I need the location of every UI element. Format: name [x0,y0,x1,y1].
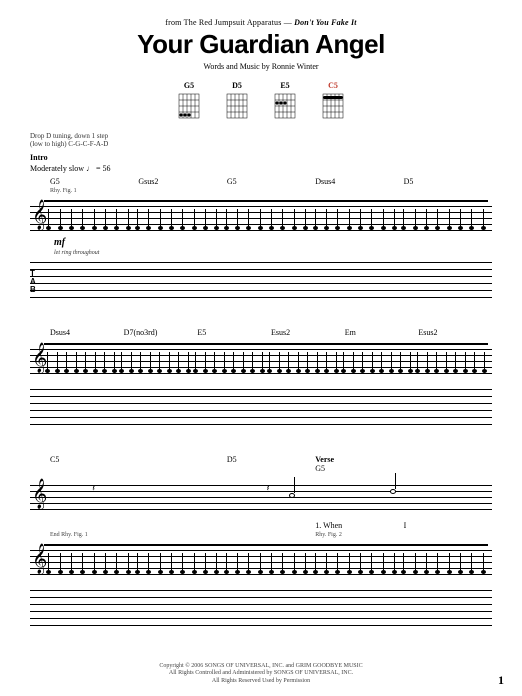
chord-diagram-e5: E5 [273,81,297,122]
let-ring-note: let ring throughout [54,250,99,256]
notation-staff: 𝄞 [30,544,492,580]
song-title: Your Guardian Angel [30,29,492,60]
system-1: Intro Moderately slow ♩ = 56 G5 Gsus2 G5… [30,153,492,304]
source-album: Don't You Fake It [294,18,357,27]
chord-diagram-d5: D5 [225,81,249,122]
chord-row-2: G5 [30,464,492,473]
chord-grid-icon [177,92,201,122]
lyric-row: 1. When I [30,521,492,530]
tab-staff: TAB [30,260,492,304]
vocal-staff: 𝄞 𝄽𝄽 [30,479,492,519]
system-2: Dsus4 D7(no3rd) E5 Esus2 Em Esus2 𝄞 [30,328,492,431]
header: from The Red Jumpsuit Apparatus — Don't … [30,18,492,71]
tempo-marking: Moderately slow ♩ = 56 [30,164,492,173]
chord-row: C5 D5 Verse [30,455,492,464]
notation-staff: 𝄞 [30,343,492,379]
chord-row: G5 Gsus2 G5 Dsus4 D5 [30,177,492,186]
chord-grid-icon [321,92,345,122]
tab-staff [30,387,492,431]
page-number: 1 [498,673,504,688]
chord-diagrams: G5 D5 [30,81,492,122]
rhy-fig-end: End Rhy. Fig. 1 Rhy. Fig. 2 [30,532,492,538]
section-label-intro: Intro [30,153,492,162]
chord-diagram-c5: C5 [321,81,345,122]
source-from: from The Red Jumpsuit Apparatus — [165,18,294,27]
chord-diagram-g5: G5 [177,81,201,122]
dynamic-mf: mf [54,237,65,248]
copyright-footer: Copyright © 2006 SONGS OF UNIVERSAL, INC… [0,663,522,686]
verse-label: Verse [315,455,403,464]
sheet-music-page: from The Red Jumpsuit Apparatus — Don't … [0,0,522,642]
chord-grid-icon [273,92,297,122]
notation-staff: 𝄞 mf let ring throughout [30,200,492,236]
tab-staff [30,588,492,632]
half-note-icon [289,493,295,498]
chord-grid-icon [225,92,249,122]
tuning-note: Drop D tuning, down 1 step (low to high)… [30,132,492,149]
chord-row: Dsus4 D7(no3rd) E5 Esus2 Em Esus2 [30,328,492,337]
source-line: from The Red Jumpsuit Apparatus — Don't … [30,18,492,27]
system-3: C5 D5 Verse G5 𝄞 𝄽𝄽 [30,455,492,632]
credits: Words and Music by Ronnie Winter [30,62,492,71]
rhy-fig-label: Rhy. Fig. 1 [30,188,492,194]
